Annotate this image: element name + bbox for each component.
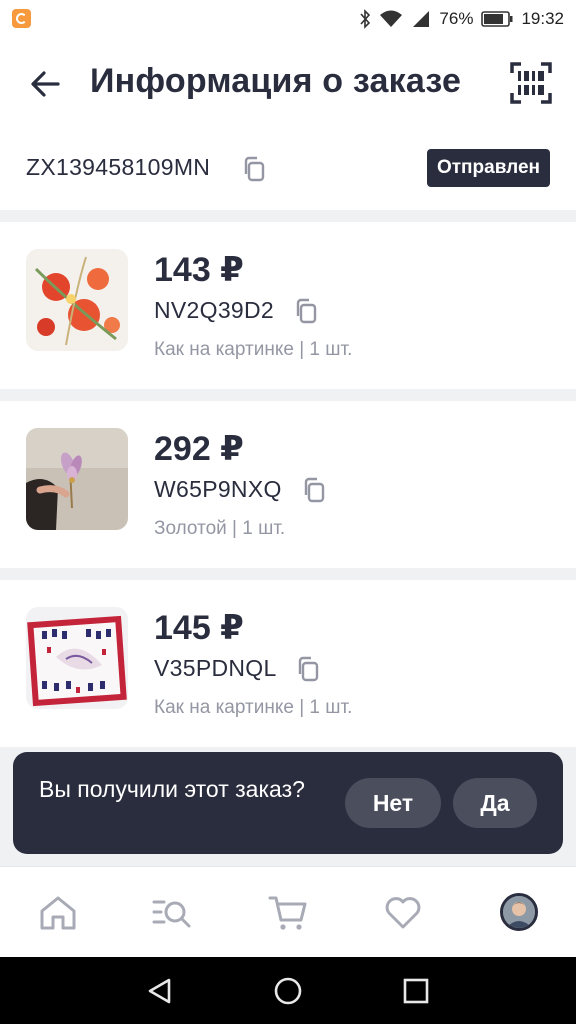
- yes-button[interactable]: Да: [453, 778, 537, 828]
- delivery-confirmation-prompt: Вы получили этот заказ? Нет Да: [13, 752, 563, 854]
- cart-icon[interactable]: [268, 893, 308, 933]
- catalog-search-icon[interactable]: [152, 893, 192, 933]
- status-bar: 76% 19:32: [0, 0, 576, 38]
- no-button[interactable]: Нет: [345, 778, 441, 828]
- item-price: 143 ₽: [154, 251, 244, 289]
- back-arrow-icon[interactable]: [26, 64, 66, 104]
- item-sku: W65P9NXQ: [154, 476, 282, 502]
- order-item-3[interactable]: 145 ₽ V35PDNQL Как на картинке | 1 шт.: [0, 580, 576, 747]
- item-variant: Золотой | 1 шт.: [154, 518, 286, 539]
- system-navigation-bar: [0, 957, 576, 1024]
- item-variant: Как на картинке | 1 шт.: [154, 697, 353, 718]
- copy-sku-icon[interactable]: [296, 656, 320, 682]
- item-variant: Как на картинке | 1 шт.: [154, 339, 353, 360]
- item-price: 292 ₽: [154, 430, 244, 468]
- order-summary-row: ZX139458109MN Отправлен: [0, 130, 576, 210]
- page-title: Информация о заказе: [90, 62, 462, 100]
- order-item-2[interactable]: 292 ₽ W65P9NXQ Золотой | 1 шт.: [0, 401, 576, 568]
- order-number: ZX139458109MN: [26, 154, 211, 180]
- item-price: 145 ₽: [154, 609, 244, 647]
- order-item-1[interactable]: 143 ₽ NV2Q39D2 Как на картинке | 1 шт.: [0, 222, 576, 389]
- signal-icon: [413, 11, 430, 27]
- bottom-tab-bar: [0, 866, 576, 957]
- barcode-icon[interactable]: [510, 62, 552, 104]
- item-sku: V35PDNQL: [154, 655, 277, 681]
- order-status-badge: Отправлен: [426, 149, 550, 187]
- app-header: Информация о заказе: [0, 38, 576, 130]
- bluetooth-icon: [360, 9, 371, 29]
- profile-avatar[interactable]: [500, 893, 538, 931]
- wifi-icon: [380, 10, 403, 27]
- copy-order-number-icon[interactable]: [242, 156, 266, 182]
- prompt-question: Вы получили этот заказ?: [39, 776, 305, 802]
- battery-percent: 76%: [439, 9, 474, 28]
- clock: 19:32: [521, 9, 564, 28]
- copy-sku-icon[interactable]: [294, 298, 318, 324]
- nav-back-icon[interactable]: [145, 976, 175, 1006]
- copy-sku-icon[interactable]: [302, 477, 326, 503]
- favorites-heart-icon[interactable]: [383, 893, 423, 933]
- item-2-image[interactable]: [26, 428, 128, 530]
- status-bar-right: 76% 19:32: [359, 8, 564, 30]
- nav-recents-icon[interactable]: [401, 976, 431, 1006]
- home-icon[interactable]: [38, 893, 78, 933]
- battery-icon: [481, 11, 513, 27]
- item-sku: NV2Q39D2: [154, 297, 275, 323]
- nav-home-icon[interactable]: [273, 976, 303, 1006]
- app-notification-icon: [12, 9, 31, 28]
- item-1-image[interactable]: [26, 249, 128, 351]
- item-3-image[interactable]: [26, 607, 128, 709]
